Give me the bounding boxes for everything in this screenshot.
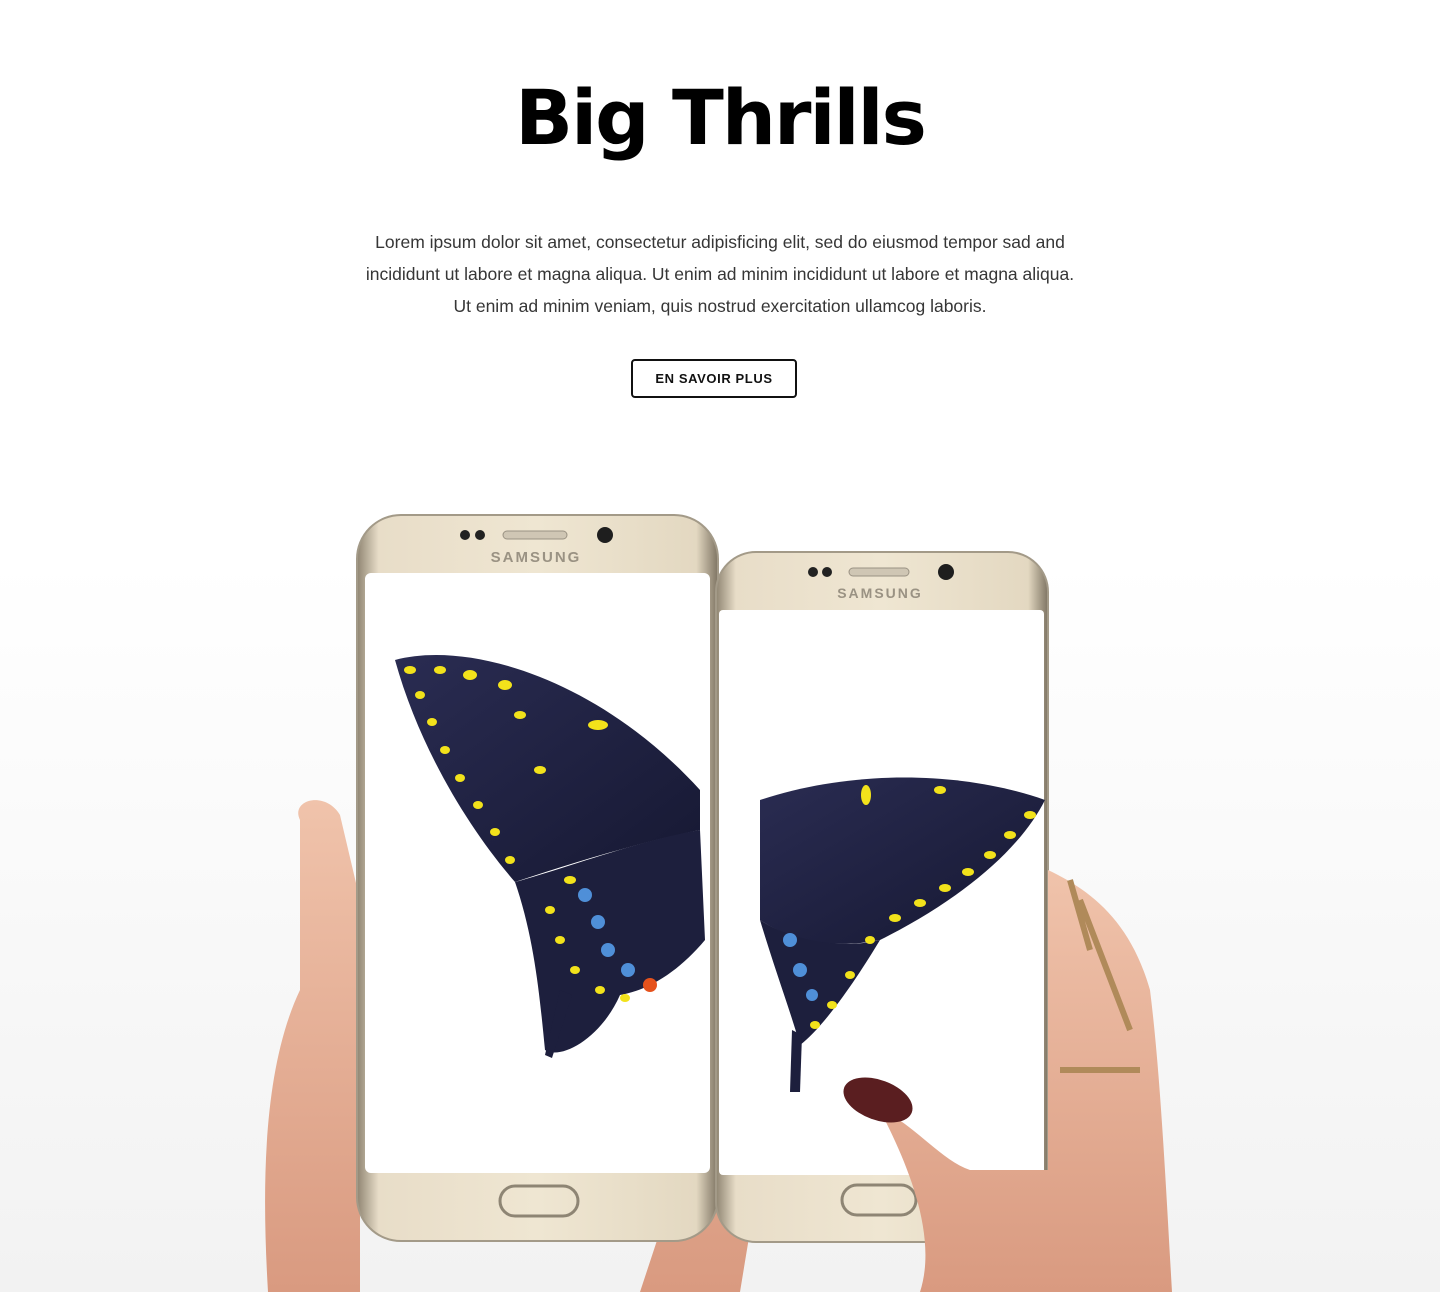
hero-title: Big Thrills <box>515 73 927 162</box>
page: Big Thrills Lorem ipsum dolor sit amet, … <box>0 0 1440 1292</box>
hero-illustration: SAMSUNG SAMSUNG <box>0 470 1440 1292</box>
learn-more-button[interactable]: EN SAVOIR PLUS <box>631 359 797 398</box>
phones-butterfly-image: SAMSUNG SAMSUNG <box>265 514 1172 1292</box>
hero-description: Lorem ipsum dolor sit amet, consectetur … <box>365 232 1075 316</box>
right-phone-brand: SAMSUNG <box>837 585 923 601</box>
left-phone-brand: SAMSUNG <box>491 549 582 566</box>
